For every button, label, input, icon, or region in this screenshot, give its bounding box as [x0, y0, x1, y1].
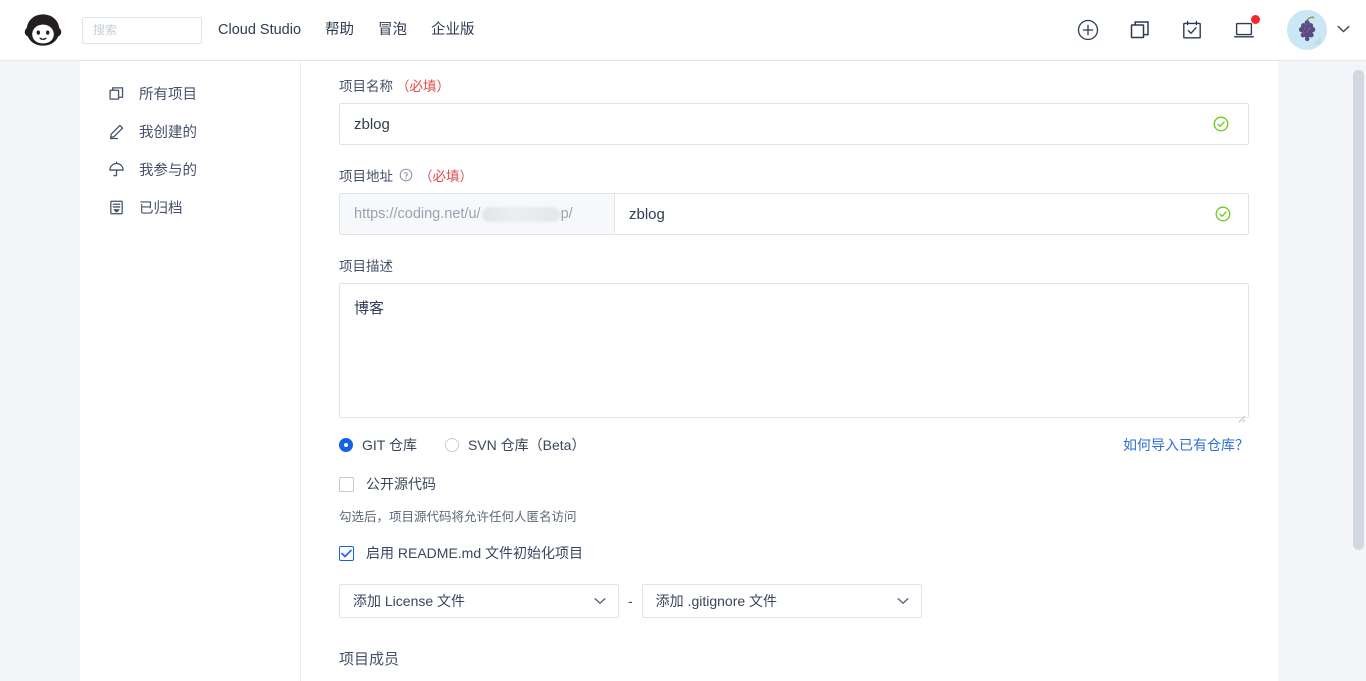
open-source-checkbox-row[interactable]: 公开源代码 [339, 474, 436, 494]
nav-help[interactable]: 帮助 [325, 0, 354, 61]
header-actions [1075, 10, 1350, 50]
open-source-label: 公开源代码 [366, 476, 436, 492]
copy-windows-icon[interactable] [1127, 17, 1153, 43]
scrollbar-thumb[interactable] [1353, 70, 1364, 550]
project-description-label-text: 项目描述 [339, 259, 393, 274]
readme-label: 启用 README.md 文件初始化项目 [366, 545, 584, 561]
sidebar: 所有项目 我创建的 我参与的 已归档 [80, 61, 301, 681]
redacted-username [481, 206, 560, 222]
radio-svn-label: SVN 仓库（Beta） [467, 437, 586, 453]
license-select[interactable]: 添加 License 文件 [339, 584, 619, 618]
nav-enterprise[interactable]: 企业版 [431, 0, 475, 61]
calendar-check-icon[interactable] [1179, 17, 1205, 43]
nav-bubble[interactable]: 冒泡 [378, 0, 407, 61]
user-menu[interactable] [1287, 10, 1350, 50]
chevron-down-icon[interactable] [897, 597, 909, 605]
laptop-icon[interactable] [1231, 15, 1260, 43]
sidebar-item-label: 我创建的 [139, 124, 197, 141]
coding-monkey-logo[interactable] [12, 0, 74, 61]
project-url-label-text: 项目地址 [339, 169, 393, 184]
license-select-value: 添加 License 文件 [353, 593, 466, 609]
pencil-icon [108, 123, 125, 140]
readme-checkbox-row[interactable]: 启用 README.md 文件初始化项目 [339, 543, 583, 563]
question-circle-icon[interactable] [399, 168, 413, 182]
project-name-row [339, 103, 1249, 145]
select-separator: - [628, 593, 633, 609]
radio-git[interactable]: GIT 仓库 [339, 435, 417, 455]
repo-type-row: GIT 仓库 SVN 仓库（Beta） 如何导入已有仓库？ [339, 434, 1249, 456]
project-url-prefix: https://coding.net/u/p/ [339, 193, 614, 235]
umbrella-icon [108, 160, 125, 178]
radio-svn-indicator[interactable] [444, 438, 459, 452]
notification-badge [1251, 15, 1260, 24]
project-name-required-tag: （必填） [396, 79, 450, 94]
chevron-down-icon[interactable] [594, 597, 606, 605]
sidebar-item-joined[interactable]: 我参与的 [80, 150, 300, 188]
project-name-label-text: 项目名称 [339, 79, 393, 94]
import-existing-repo-link[interactable]: 如何导入已有仓库？ [1123, 435, 1249, 455]
open-source-checkbox[interactable] [339, 476, 354, 492]
radio-git-indicator[interactable] [339, 438, 353, 452]
project-url-row: https://coding.net/u/p/ [339, 193, 1249, 235]
radio-git-label: GIT 仓库 [362, 437, 417, 453]
page-scrollbar[interactable] [1353, 62, 1364, 681]
project-description-row [339, 283, 1249, 423]
search-input[interactable] [91, 22, 193, 38]
project-url-input[interactable] [614, 193, 1249, 235]
project-url-group: https://coding.net/u/p/ [339, 193, 1249, 235]
sidebar-item-all-projects[interactable]: 所有项目 [80, 74, 300, 112]
top-header: Cloud Studio 帮助 冒泡 企业版 [0, 0, 1366, 61]
sidebar-item-label: 我参与的 [139, 162, 197, 179]
chevron-down-icon[interactable] [1337, 25, 1350, 36]
project-name-label: 项目名称 （必填） [339, 75, 1247, 95]
gitignore-select[interactable]: 添加 .gitignore 文件 [641, 584, 922, 618]
grape-avatar[interactable] [1287, 10, 1327, 50]
project-description-label: 项目描述 [339, 255, 1247, 275]
project-name-input[interactable] [339, 103, 1249, 145]
create-project-panel: 项目名称 （必填） 项目地址 （必填） [301, 61, 1278, 681]
readme-checkbox[interactable] [339, 545, 354, 561]
open-source-hint: 勾选后，项目源代码将允许任何人匿名访问 [339, 510, 577, 524]
project-url-label: 项目地址 （必填） [339, 165, 1247, 185]
radio-svn[interactable]: SVN 仓库（Beta） [444, 435, 586, 455]
project-url-prefix-text: https://coding.net/u/ [354, 206, 481, 222]
gitignore-select-value: 添加 .gitignore 文件 [655, 593, 778, 609]
windows-copy-icon [108, 85, 125, 102]
nav-cloud-studio[interactable]: Cloud Studio [218, 0, 301, 61]
project-description-textarea[interactable] [339, 283, 1249, 418]
project-url-required-tag: （必填） [419, 169, 473, 184]
header-nav: Cloud Studio 帮助 冒泡 企业版 [218, 0, 475, 61]
create-project-form: 项目名称 （必填） 项目地址 （必填） [301, 61, 1278, 681]
sidebar-item-label: 所有项目 [139, 86, 197, 103]
search-box[interactable] [82, 16, 202, 44]
sidebar-item-archived[interactable]: 已归档 [80, 188, 300, 226]
archive-icon [108, 199, 125, 216]
plus-circle-icon[interactable] [1075, 17, 1101, 43]
sidebar-item-created-by-me[interactable]: 我创建的 [80, 112, 300, 150]
sidebar-item-label: 已归档 [139, 200, 183, 217]
project-url-prefix-suffix: p/ [560, 206, 573, 222]
project-members-title: 项目成员 [339, 651, 400, 668]
init-files-row: 添加 License 文件 - 添加 .gitignore 文件 [339, 584, 1247, 618]
